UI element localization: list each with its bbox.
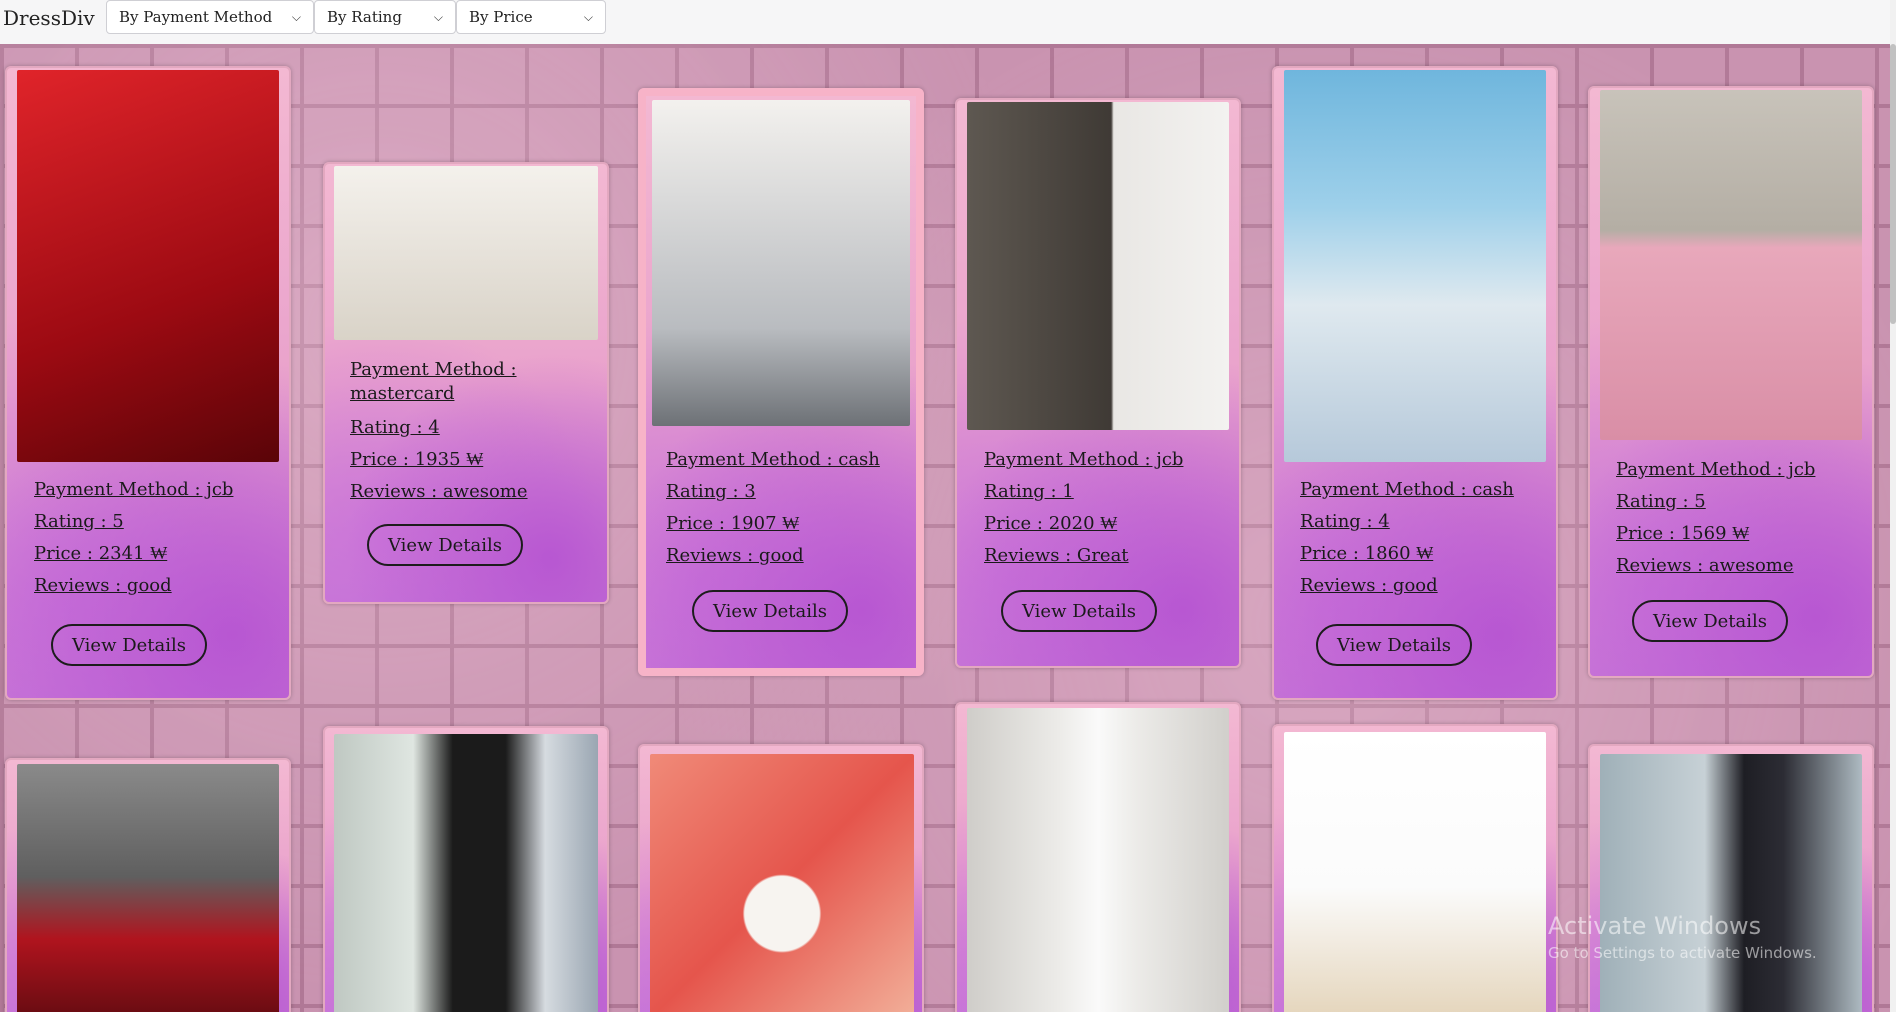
product-photo[interactable] — [650, 754, 914, 1012]
chevron-down-icon: ⌵ — [583, 9, 593, 24]
payment-method-text: Payment Method : jcb — [1616, 459, 1816, 480]
scrollbar-thumb[interactable] — [1890, 44, 1896, 324]
rating-text: Rating : 1 — [984, 481, 1074, 502]
chevron-down-icon: ⌵ — [433, 9, 443, 24]
chevron-down-icon: ⌵ — [291, 9, 301, 24]
price-text: Price : 2020 ₩ — [984, 513, 1118, 534]
reviews-text: Reviews : awesome — [350, 481, 528, 502]
product-photo[interactable] — [1600, 754, 1862, 1012]
top-navbar: DressDiv By Payment Method ⌵ By Rating ⌵… — [0, 0, 1896, 44]
product-photo[interactable] — [1600, 90, 1862, 440]
product-card — [1272, 724, 1558, 1012]
reviews-text: Reviews : Great — [984, 545, 1129, 566]
watermark-title: Activate Windows — [1548, 912, 1762, 940]
product-card — [1588, 744, 1874, 1012]
price-text: Price : 1907 ₩ — [666, 513, 800, 534]
rating-text: Rating : 3 — [666, 481, 756, 502]
reviews-text: Reviews : awesome — [1616, 555, 1794, 576]
product-card: Payment Method : jcb Rating : 5 Price : … — [1588, 86, 1874, 678]
product-photo[interactable] — [652, 100, 910, 426]
product-photo[interactable] — [17, 764, 279, 1012]
product-card — [5, 758, 291, 1012]
view-details-button[interactable]: View Details — [692, 590, 848, 632]
rating-text: Rating : 4 — [1300, 511, 1390, 532]
filter-price-dropdown[interactable]: By Price ⌵ — [456, 0, 606, 34]
view-details-button[interactable]: View Details — [1001, 590, 1157, 632]
reviews-text: Reviews : good — [1300, 575, 1438, 596]
price-text: Price : 2341 ₩ — [34, 543, 168, 564]
reviews-text: Reviews : good — [666, 545, 804, 566]
view-details-button[interactable]: View Details — [51, 624, 207, 666]
filter-payment-method-dropdown[interactable]: By Payment Method ⌵ — [106, 0, 314, 34]
product-card-highlighted: Payment Method : cash Rating : 3 Price :… — [638, 88, 924, 676]
product-card — [638, 744, 924, 1012]
product-photo[interactable] — [334, 734, 598, 1012]
payment-method-text: Payment Method : mastercard — [350, 359, 517, 404]
product-card: Payment Method : cash Rating : 4 Price :… — [1272, 66, 1558, 700]
view-details-button[interactable]: View Details — [1632, 600, 1788, 642]
payment-method-text: Payment Method : jcb — [984, 449, 1184, 470]
product-card — [323, 726, 609, 1012]
payment-method-text: Payment Method : cash — [1300, 479, 1514, 500]
product-photo[interactable] — [334, 166, 598, 340]
price-text: Price : 1569 ₩ — [1616, 523, 1750, 544]
price-text: Price : 1860 ₩ — [1300, 543, 1434, 564]
filter-rating-dropdown[interactable]: By Rating ⌵ — [314, 0, 456, 34]
view-details-button[interactable]: View Details — [367, 524, 523, 566]
product-photo[interactable] — [967, 102, 1229, 430]
product-card: Payment Method : mastercard Rating : 4 P… — [323, 162, 609, 604]
filter-rating-label: By Rating — [327, 8, 402, 26]
watermark-subtitle: Go to Settings to activate Windows. — [1548, 944, 1817, 962]
product-card — [955, 702, 1241, 1012]
product-card: Payment Method : jcb Rating : 1 Price : … — [955, 98, 1241, 668]
reviews-text: Reviews : good — [34, 575, 172, 596]
rating-text: Rating : 5 — [1616, 491, 1706, 512]
product-photo[interactable] — [1284, 732, 1546, 1012]
rating-text: Rating : 5 — [34, 511, 124, 532]
payment-method-text: Payment Method : cash — [666, 449, 880, 470]
product-photo[interactable] — [1284, 70, 1546, 462]
filter-payment-method-label: By Payment Method — [119, 8, 273, 26]
product-photo[interactable] — [967, 708, 1229, 1012]
payment-method-text: Payment Method : jcb — [34, 479, 234, 500]
brand-logo[interactable]: DressDiv — [0, 0, 106, 30]
filter-price-label: By Price — [469, 8, 533, 26]
vertical-scrollbar[interactable] — [1890, 0, 1896, 1012]
price-text: Price : 1935 ₩ — [350, 449, 484, 470]
windows-activation-watermark: Activate Windows Go to Settings to activ… — [1548, 912, 1817, 962]
product-card: Payment Method : jcb Rating : 5 Price : … — [5, 66, 291, 700]
product-photo[interactable] — [17, 70, 279, 462]
rating-text: Rating : 4 — [350, 417, 440, 438]
view-details-button[interactable]: View Details — [1316, 624, 1472, 666]
